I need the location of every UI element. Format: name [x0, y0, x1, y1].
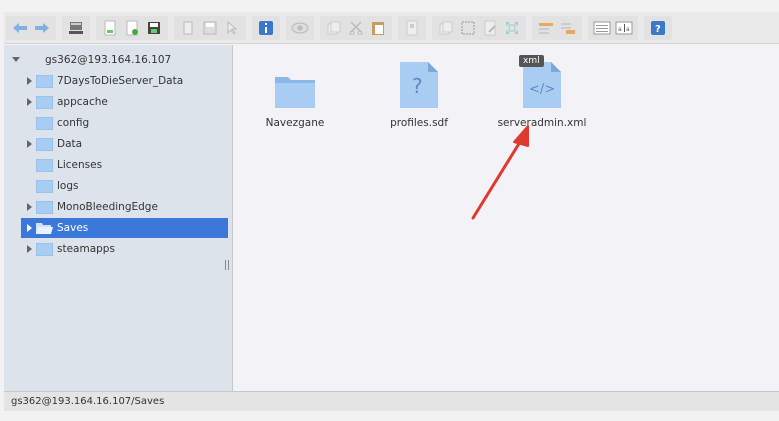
folder-icon: [35, 179, 54, 193]
server-icon[interactable]: [66, 18, 86, 38]
tree-item-label: 7DaysToDieServer_Data: [57, 75, 184, 87]
select-all-icon[interactable]: [458, 18, 478, 38]
list-view-icon[interactable]: [592, 18, 612, 38]
unknown-file-icon: ?: [369, 53, 469, 109]
folder-tree: gs362@193.164.16.107 7DaysToDieServer_Da…: [4, 45, 233, 391]
new-file-icon[interactable]: [122, 18, 142, 38]
info-group: [252, 15, 280, 40]
edit-icon[interactable]: [480, 18, 500, 38]
folder-icon: [35, 137, 54, 151]
file-item[interactable]: Navezgane: [245, 57, 345, 129]
view-group: aa: [588, 15, 638, 40]
chevron-right-icon[interactable]: [26, 245, 34, 253]
back-icon[interactable]: [10, 18, 30, 38]
tree-item-label: Licenses: [57, 159, 103, 171]
folder-icon: [35, 200, 54, 214]
file-group: [96, 15, 168, 40]
status-path: gs362@193.164.16.107/Saves: [11, 396, 165, 407]
tree-item-label: Data: [57, 138, 83, 150]
save-icon[interactable]: [144, 18, 164, 38]
chevron-down-icon[interactable]: [12, 56, 20, 64]
forward-icon[interactable]: [32, 18, 52, 38]
cut-icon[interactable]: [346, 18, 366, 38]
tree-item[interactable]: steamapps: [4, 239, 228, 259]
edit-group: [174, 15, 246, 40]
sort-group: [532, 15, 582, 40]
tree-item[interactable]: Data: [4, 134, 228, 154]
server-group: [62, 15, 90, 40]
svg-text:a: a: [618, 26, 622, 33]
tree-item-label: logs: [57, 180, 79, 192]
select-icon[interactable]: [222, 18, 242, 38]
help-icon[interactable]: ?: [648, 18, 668, 38]
file-item[interactable]: </> xml serveradmin.xml: [492, 53, 592, 129]
folder-icon: [35, 116, 54, 130]
svg-text:</>: </>: [529, 82, 555, 97]
folder-icon: [35, 95, 54, 109]
status-bar: gs362@193.164.16.107/Saves: [4, 391, 779, 411]
info-icon[interactable]: [256, 18, 276, 38]
preview-icon[interactable]: [290, 18, 310, 38]
tree-item-label: MonoBleedingEdge: [57, 201, 158, 213]
folder-icon: [35, 242, 54, 256]
resize-icon[interactable]: [502, 18, 522, 38]
filter-icon[interactable]: [558, 18, 578, 38]
file-item[interactable]: ? profiles.sdf: [369, 53, 469, 129]
copy-icon[interactable]: [436, 18, 456, 38]
open-file-icon[interactable]: [100, 18, 120, 38]
chevron-right-icon[interactable]: [26, 98, 34, 106]
file-type-badge: xml: [519, 55, 544, 67]
clipboard-group: [320, 15, 392, 40]
paste-icon[interactable]: [368, 18, 388, 38]
chevron-right-icon[interactable]: [26, 224, 34, 232]
folder-open-icon: [36, 222, 53, 235]
tree-item-label: Saves: [57, 222, 89, 234]
svg-text:a: a: [626, 26, 630, 33]
tree-item-label: config: [57, 117, 90, 129]
selection-group: [432, 15, 526, 40]
save-as-icon[interactable]: [200, 18, 220, 38]
sort-icon[interactable]: [536, 18, 556, 38]
xml-file-icon: </> xml: [492, 53, 592, 109]
tree-item-label: appcache: [57, 96, 108, 108]
tree-item[interactable]: logs: [4, 176, 228, 196]
archive-icon[interactable]: [402, 18, 422, 38]
folder-icon: [35, 74, 54, 88]
svg-text:?: ?: [412, 74, 423, 98]
help-group: ?: [644, 15, 672, 40]
chevron-right-icon[interactable]: [26, 203, 34, 211]
tree-root-label: gs362@193.164.16.107: [45, 54, 172, 66]
rename-icon[interactable]: aa: [614, 18, 634, 38]
tree-item[interactable]: config: [4, 113, 228, 133]
file-name: serveradmin.xml: [497, 117, 587, 129]
copy-path-icon[interactable]: [178, 18, 198, 38]
file-view: Navezgane ? profiles.sdf </> xml servera…: [234, 45, 779, 391]
resize-handle[interactable]: [225, 260, 229, 270]
svg-text:?: ?: [655, 24, 661, 35]
file-name: Navezgane: [265, 117, 325, 129]
duplicate-icon[interactable]: [324, 18, 344, 38]
toolbar: aa ?: [4, 12, 779, 44]
folder-icon: [35, 158, 54, 172]
preview-group: [286, 15, 314, 40]
tree-item[interactable]: 7DaysToDieServer_Data: [4, 71, 228, 91]
folder-icon: [245, 57, 345, 109]
tree-item[interactable]: Saves: [21, 218, 228, 238]
tree-item[interactable]: appcache: [4, 92, 228, 112]
chevron-right-icon[interactable]: [26, 77, 34, 85]
chevron-right-icon[interactable]: [26, 140, 34, 148]
archive-group: [398, 15, 426, 40]
tree-item-label: steamapps: [57, 243, 115, 255]
tree-item[interactable]: Licenses: [4, 155, 228, 175]
file-name: profiles.sdf: [390, 117, 448, 129]
tree-item[interactable]: MonoBleedingEdge: [4, 197, 228, 217]
nav-group: [6, 15, 56, 40]
tree-root[interactable]: gs362@193.164.16.107: [4, 50, 228, 70]
